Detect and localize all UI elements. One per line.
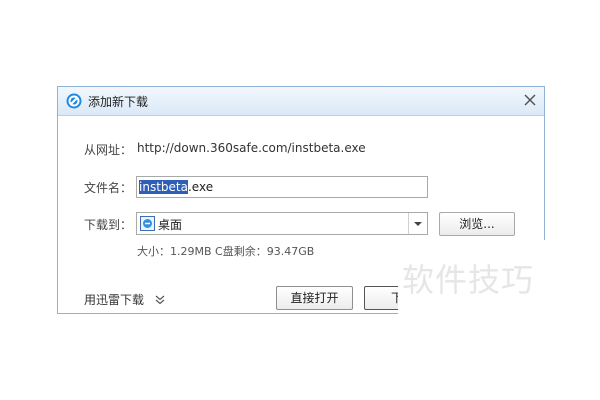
360-logo-icon <box>66 93 82 109</box>
size-info: 大小：1.29MB C盘剩余：93.47GB <box>137 245 315 258</box>
browse-button[interactable]: 浏览... <box>439 212 515 236</box>
filename-selected-text: instbeta <box>139 180 188 194</box>
url-value: http://down.360safe.com/instbeta.exe <box>137 141 366 155</box>
filename-field[interactable]: instbeta.exe <box>136 176 428 198</box>
filename-label: 文件名： <box>84 181 133 195</box>
desktop-icon <box>140 216 155 231</box>
double-chevron-down-icon[interactable] <box>155 295 165 305</box>
saveto-value: 桌面 <box>158 218 183 232</box>
chevron-down-icon[interactable] <box>413 221 423 227</box>
close-icon[interactable] <box>522 92 538 108</box>
dialog-titlebar[interactable]: 添加新下载 <box>58 87 544 116</box>
filename-ext: .exe <box>187 180 214 194</box>
saveto-dropdown[interactable]: 桌面 <box>136 212 428 235</box>
thunder-download-option[interactable]: 用迅雷下载 <box>84 291 144 308</box>
dialog-title: 添加新下载 <box>88 95 149 109</box>
url-label: 从网址： <box>84 143 133 157</box>
dropdown-divider <box>408 213 409 234</box>
watermark-text: 软件技巧 <box>402 261 535 299</box>
direct-open-button[interactable]: 直接打开 <box>276 286 353 310</box>
saveto-label: 下载到： <box>84 218 133 232</box>
